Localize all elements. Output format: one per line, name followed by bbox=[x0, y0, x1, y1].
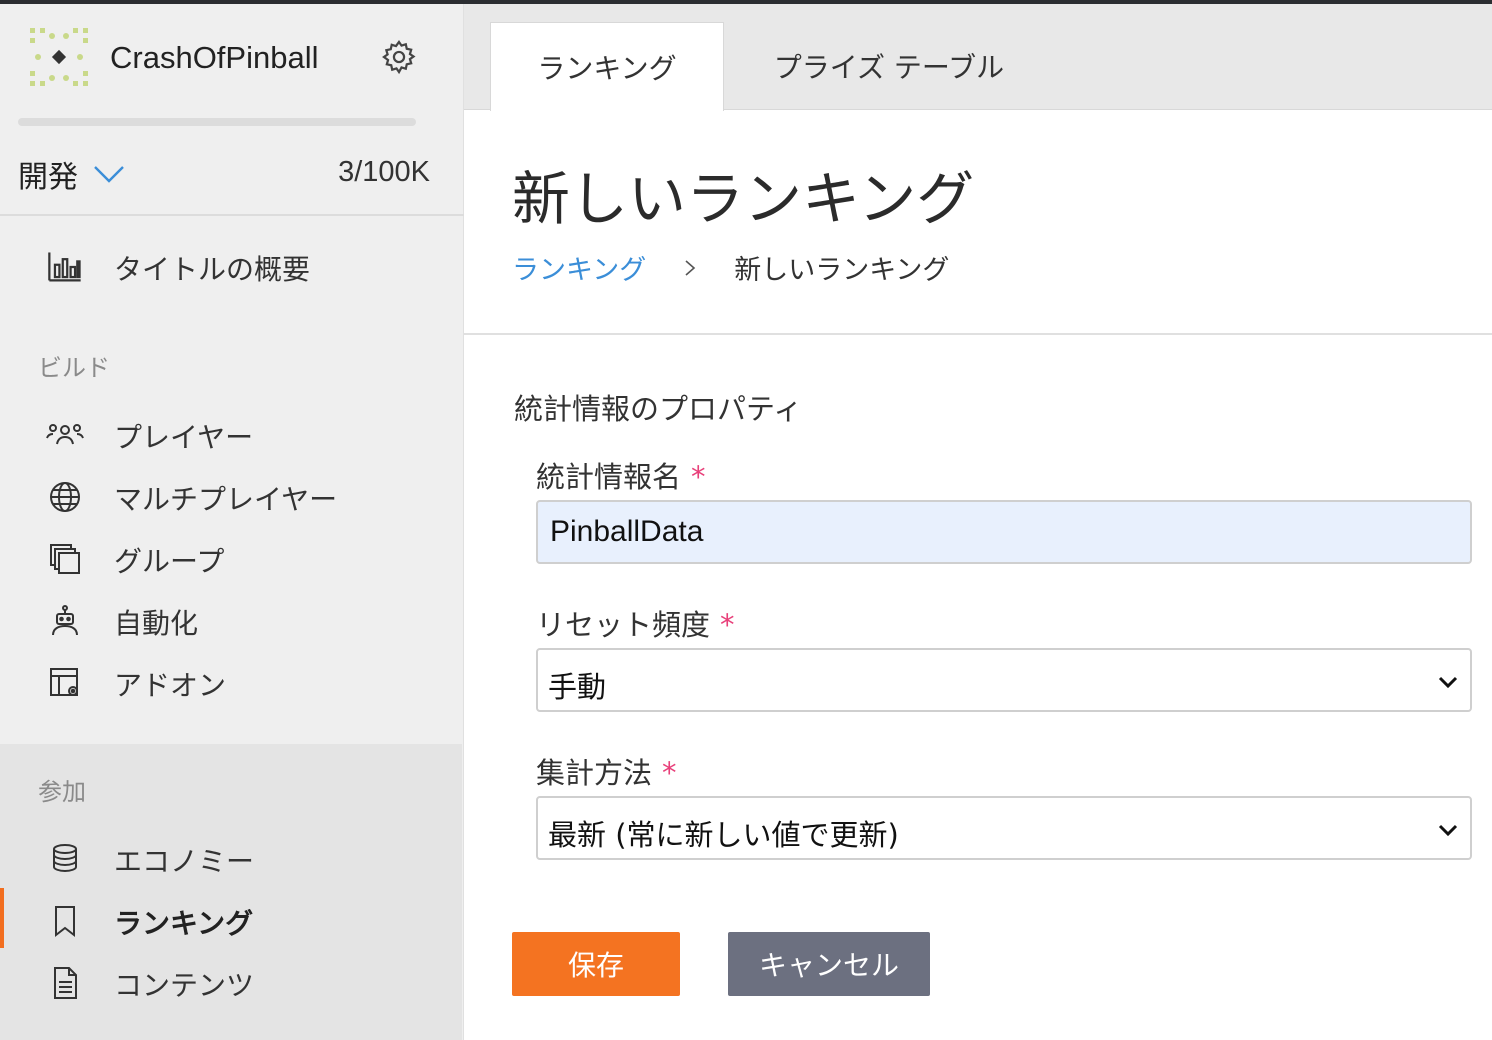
document-icon bbox=[54, 967, 77, 999]
groups-icon bbox=[50, 544, 80, 574]
sidebar: CrashOfPinball 開発 3/100K タイトルの概要 ビルド プレイ… bbox=[0, 4, 464, 1040]
sidebar-item-addons[interactable]: アドオン bbox=[0, 652, 462, 712]
form-section-title: 統計情報のプロパティ bbox=[514, 392, 803, 426]
bar-chart-icon bbox=[48, 252, 81, 282]
chevron-down-icon bbox=[1438, 824, 1458, 837]
aggregation-label-text: 集計方法 bbox=[536, 756, 653, 790]
chevron-down-icon bbox=[94, 166, 124, 183]
tab-bar: ランキング プライズ テーブル bbox=[464, 4, 1492, 111]
chevron-right-icon bbox=[685, 259, 696, 276]
environment-row: 開発 3/100K bbox=[0, 134, 464, 216]
robot-icon bbox=[52, 605, 78, 636]
cancel-button[interactable]: キャンセル bbox=[728, 932, 930, 996]
section-label-build: ビルド bbox=[38, 354, 110, 382]
stat-name-label: 統計情報名 * bbox=[536, 454, 706, 496]
usage-count: 3/100K bbox=[338, 156, 430, 188]
tab-prize-tables[interactable]: プライズ テーブル bbox=[754, 22, 1024, 110]
page-title: 新しいランキング bbox=[512, 165, 975, 233]
sidebar-item-label: エコノミー bbox=[114, 845, 255, 878]
sidebar-item-label: タイトルの概要 bbox=[114, 253, 311, 286]
environment-selector[interactable]: 開発 bbox=[18, 152, 126, 196]
addon-icon bbox=[50, 668, 78, 696]
sidebar-item-leaderboards[interactable]: ランキング bbox=[0, 888, 462, 950]
breadcrumb: ランキング 新しいランキング bbox=[512, 248, 949, 287]
sidebar-item-label: 自動化 bbox=[114, 607, 199, 640]
breadcrumb-link-leaderboards[interactable]: ランキング bbox=[512, 248, 646, 287]
sidebar-item-label: コンテンツ bbox=[114, 969, 255, 1002]
breadcrumb-current: 新しいランキング bbox=[734, 255, 950, 286]
section-label-engage: 参加 bbox=[38, 778, 86, 806]
reset-frequency-label-text: リセット頻度 bbox=[536, 608, 711, 642]
sidebar-item-content[interactable]: コンテンツ bbox=[0, 952, 462, 1012]
sidebar-item-players[interactable]: プレイヤー bbox=[0, 404, 462, 464]
sidebar-item-multiplayer[interactable]: マルチプレイヤー bbox=[0, 466, 462, 526]
chevron-down-icon bbox=[1438, 676, 1458, 689]
aggregation-label: 集計方法 * bbox=[536, 750, 677, 792]
sidebar-item-label: ランキング bbox=[114, 907, 254, 940]
sidebar-item-label: グループ bbox=[114, 545, 225, 578]
globe-icon bbox=[50, 482, 80, 512]
brand-header: CrashOfPinball bbox=[0, 4, 464, 114]
players-icon bbox=[46, 424, 84, 445]
app-name: CrashOfPinball bbox=[110, 40, 319, 75]
environment-label: 開発 bbox=[18, 160, 78, 195]
reset-frequency-label: リセット頻度 * bbox=[536, 602, 735, 644]
app-logo-icon bbox=[30, 28, 88, 86]
sidebar-item-label: アドオン bbox=[114, 669, 227, 702]
required-mark: * bbox=[662, 756, 677, 790]
sidebar-scrollbar[interactable] bbox=[18, 118, 416, 126]
required-mark: * bbox=[720, 608, 735, 642]
sidebar-item-groups[interactable]: グループ bbox=[0, 528, 462, 588]
coins-icon bbox=[53, 844, 77, 873]
sidebar-item-economy[interactable]: エコノミー bbox=[0, 828, 462, 888]
sidebar-item-label: プレイヤー bbox=[114, 421, 254, 454]
gear-icon[interactable] bbox=[380, 38, 418, 76]
aggregation-select[interactable]: 最新 (常に新しい値で更新) bbox=[536, 796, 1472, 860]
bookmark-icon bbox=[55, 906, 75, 938]
sidebar-item-automation[interactable]: 自動化 bbox=[0, 590, 462, 650]
stat-name-input[interactable] bbox=[536, 500, 1472, 564]
reset-frequency-select[interactable]: 手動 bbox=[536, 648, 1472, 712]
tab-leaderboards[interactable]: ランキング bbox=[490, 22, 724, 111]
sidebar-item-label: マルチプレイヤー bbox=[114, 483, 338, 516]
stat-name-label-text: 統計情報名 bbox=[536, 460, 682, 494]
save-button[interactable]: 保存 bbox=[512, 932, 680, 996]
reset-frequency-value: 手動 bbox=[548, 670, 607, 704]
sidebar-item-title-overview[interactable]: タイトルの概要 bbox=[0, 236, 462, 296]
aggregation-value: 最新 (常に新しい値で更新) bbox=[548, 818, 899, 852]
required-mark: * bbox=[691, 460, 706, 494]
header-divider bbox=[464, 333, 1492, 335]
